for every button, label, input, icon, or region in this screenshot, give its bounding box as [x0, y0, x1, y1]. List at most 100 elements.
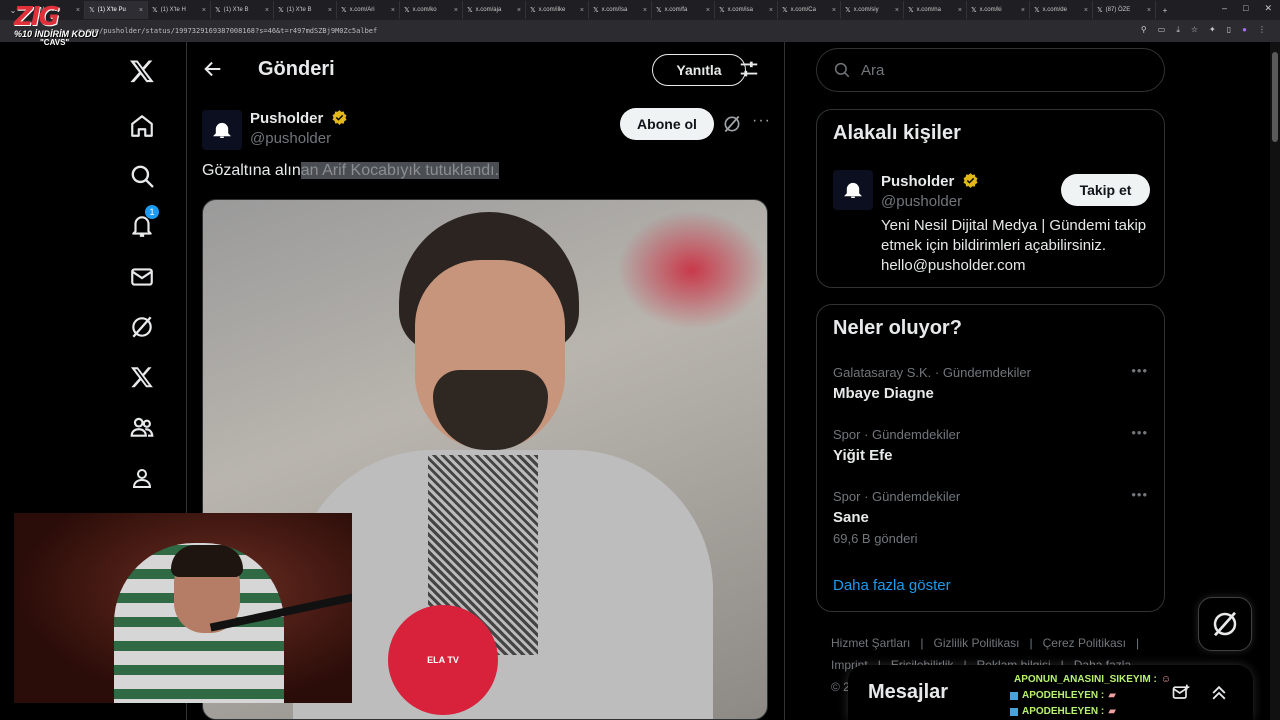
tab-close-icon[interactable]: × [580, 7, 584, 14]
new-tab-button[interactable]: + [1156, 2, 1174, 18]
grok-floating-button[interactable] [1198, 597, 1252, 651]
reply-button[interactable]: Yanıtla [652, 54, 746, 86]
explore-search-icon[interactable] [127, 161, 157, 191]
tab-close-icon[interactable]: × [769, 7, 773, 14]
tab-favicon-icon: 𝕏 [278, 7, 284, 14]
browser-tab[interactable]: 𝕏x.com/Ca × [778, 1, 841, 19]
tab-label: x.com/isa [727, 7, 753, 13]
browser-tab[interactable]: 𝕏x.com/ko × [400, 1, 463, 19]
browser-tab[interactable]: 𝕏 (1) X'te B × [274, 1, 337, 19]
tab-close-icon[interactable]: × [832, 7, 836, 14]
footer-link[interactable]: Çerez Politikası [1043, 636, 1126, 650]
new-message-icon[interactable] [1171, 683, 1191, 703]
related-handle[interactable]: @pusholder [881, 193, 962, 210]
browser-menu-icon[interactable]: ⋮ [1258, 25, 1266, 35]
grok-icon[interactable] [127, 312, 157, 342]
author-avatar[interactable] [202, 110, 242, 150]
footer-link[interactable]: Gizlilik Politikası [933, 636, 1019, 650]
subscribe-button[interactable]: Abone ol [620, 108, 714, 140]
follow-button[interactable]: Takip et [1061, 174, 1150, 206]
trend-item[interactable]: Spor · Gündemdekiler Yiğit Efe ••• [817, 425, 1164, 489]
related-name[interactable]: Pusholder [881, 172, 979, 190]
close-window-icon[interactable]: ✕ [1264, 3, 1272, 14]
profile-icon[interactable]: ● [1242, 25, 1247, 35]
trend-item[interactable]: Spor · Gündemdekiler Sane 69,6 B gönderi… [817, 487, 1164, 551]
tab-close-icon[interactable]: × [1021, 7, 1025, 14]
tab-close-icon[interactable]: × [454, 7, 458, 14]
trend-more-icon[interactable]: ••• [1131, 487, 1148, 502]
browser-tab[interactable]: 𝕏x.com/Ari × [337, 1, 400, 19]
show-more-link[interactable]: Daha fazla göster [833, 577, 951, 594]
tab-close-icon[interactable]: × [1147, 7, 1151, 14]
browser-tab[interactable]: 𝕏x.com/Isa × [589, 1, 652, 19]
reply-settings-sliders-icon[interactable] [738, 58, 762, 82]
bookmark-star-icon[interactable]: ☆ [1191, 25, 1198, 35]
tab-favicon-icon: 𝕏 [971, 7, 977, 14]
tab-close-icon[interactable]: × [895, 7, 899, 14]
footer-link[interactable]: Hizmet Şartları [831, 636, 910, 650]
window-controls: – □ ✕ [1222, 3, 1272, 14]
messages-envelope-icon[interactable] [127, 262, 157, 292]
browser-tab[interactable]: 𝕏x.com/ilke × [526, 1, 589, 19]
search-input[interactable] [861, 61, 1141, 79]
communities-icon[interactable] [127, 412, 157, 442]
trend-item[interactable]: Galatasaray S.K. · Gündemdekiler Mbaye D… [817, 363, 1164, 427]
notifications-bell-icon[interactable]: 1 [127, 205, 159, 241]
author-handle[interactable]: @pusholder [250, 130, 331, 147]
tab-close-icon[interactable]: × [1084, 7, 1088, 14]
browser-tab[interactable]: 𝕏x.com/ki × [967, 1, 1030, 19]
cast-icon[interactable]: ▭ [1158, 25, 1166, 35]
browser-tab[interactable]: 𝕏x.com/aja × [463, 1, 526, 19]
home-icon[interactable] [127, 111, 157, 141]
url-text[interactable]: x.com/pusholder/status/19973291693870081… [78, 27, 377, 35]
related-name-text[interactable]: Pusholder [881, 173, 954, 190]
tab-close-icon[interactable]: × [643, 7, 647, 14]
trend-meta: Galatasaray S.K. · Gündemdekiler [833, 365, 1031, 380]
download-icon[interactable]: ⤓ [1176, 25, 1180, 35]
maximize-icon[interactable]: □ [1243, 3, 1248, 14]
author-name-text[interactable]: Pusholder [250, 110, 323, 127]
x-logo-icon[interactable] [127, 56, 157, 86]
post-text-plain: Gözaltına alın [202, 162, 301, 179]
tab-favicon-icon: 𝕏 [341, 7, 347, 14]
trend-more-icon[interactable]: ••• [1131, 425, 1148, 440]
browser-tab[interactable]: 𝕏x.com/fa × [652, 1, 715, 19]
post-more-options-icon[interactable]: ··· [752, 112, 771, 130]
tab-close-icon[interactable]: × [202, 7, 206, 14]
browser-tab[interactable]: 𝕏x.com/siy × [841, 1, 904, 19]
browser-tab[interactable]: 𝕏x.com/na × [904, 1, 967, 19]
tab-label: (87) ÖZE [1105, 7, 1131, 13]
tab-close-icon[interactable]: × [328, 7, 332, 14]
bell-icon [213, 122, 231, 139]
zoom-icon[interactable]: ⚲ [1141, 25, 1147, 35]
page-scrollbar[interactable] [1270, 42, 1280, 720]
browser-tab[interactable]: 𝕏 (87) ÖZE × [1093, 1, 1156, 19]
browser-tab[interactable]: 𝕏x.com/de × [1030, 1, 1093, 19]
tab-close-icon[interactable]: × [706, 7, 710, 14]
extensions-icon[interactable]: ✦ [1209, 25, 1216, 35]
author-name[interactable]: Pusholder [250, 109, 348, 127]
minimize-icon[interactable]: – [1222, 3, 1227, 14]
related-people-title: Alakalı kişiler [833, 122, 961, 144]
tab-close-icon[interactable]: × [517, 7, 521, 14]
tab-close-icon[interactable]: × [265, 7, 269, 14]
browser-tab[interactable]: 𝕏 (1) X'te B × [211, 1, 274, 19]
scrollbar-thumb[interactable] [1272, 52, 1278, 142]
related-avatar[interactable] [833, 170, 873, 210]
grok-explain-icon[interactable] [722, 114, 742, 134]
premium-x-icon[interactable] [127, 362, 157, 392]
tab-close-icon[interactable]: × [139, 7, 143, 14]
trend-post-count: 69,6 B gönderi [833, 531, 918, 546]
sidebar-icon[interactable]: ▯ [1227, 25, 1231, 35]
post-text-selected: an Arif Kocabıyık tutuklandı. [300, 162, 500, 179]
tab-close-icon[interactable]: × [391, 7, 395, 14]
browser-tab[interactable]: 𝕏 (1) X'te H × [148, 1, 211, 19]
address-bar[interactable]: x.com/pusholder/status/19973291693870081… [0, 20, 1280, 42]
profile-person-icon[interactable] [127, 463, 157, 493]
expand-chevrons-up-icon[interactable] [1209, 683, 1229, 703]
tab-close-icon[interactable]: × [958, 7, 962, 14]
browser-tab[interactable]: 𝕏x.com/isa × [715, 1, 778, 19]
search-box[interactable] [816, 48, 1165, 92]
trend-more-icon[interactable]: ••• [1131, 363, 1148, 378]
back-arrow-icon[interactable] [202, 58, 224, 80]
